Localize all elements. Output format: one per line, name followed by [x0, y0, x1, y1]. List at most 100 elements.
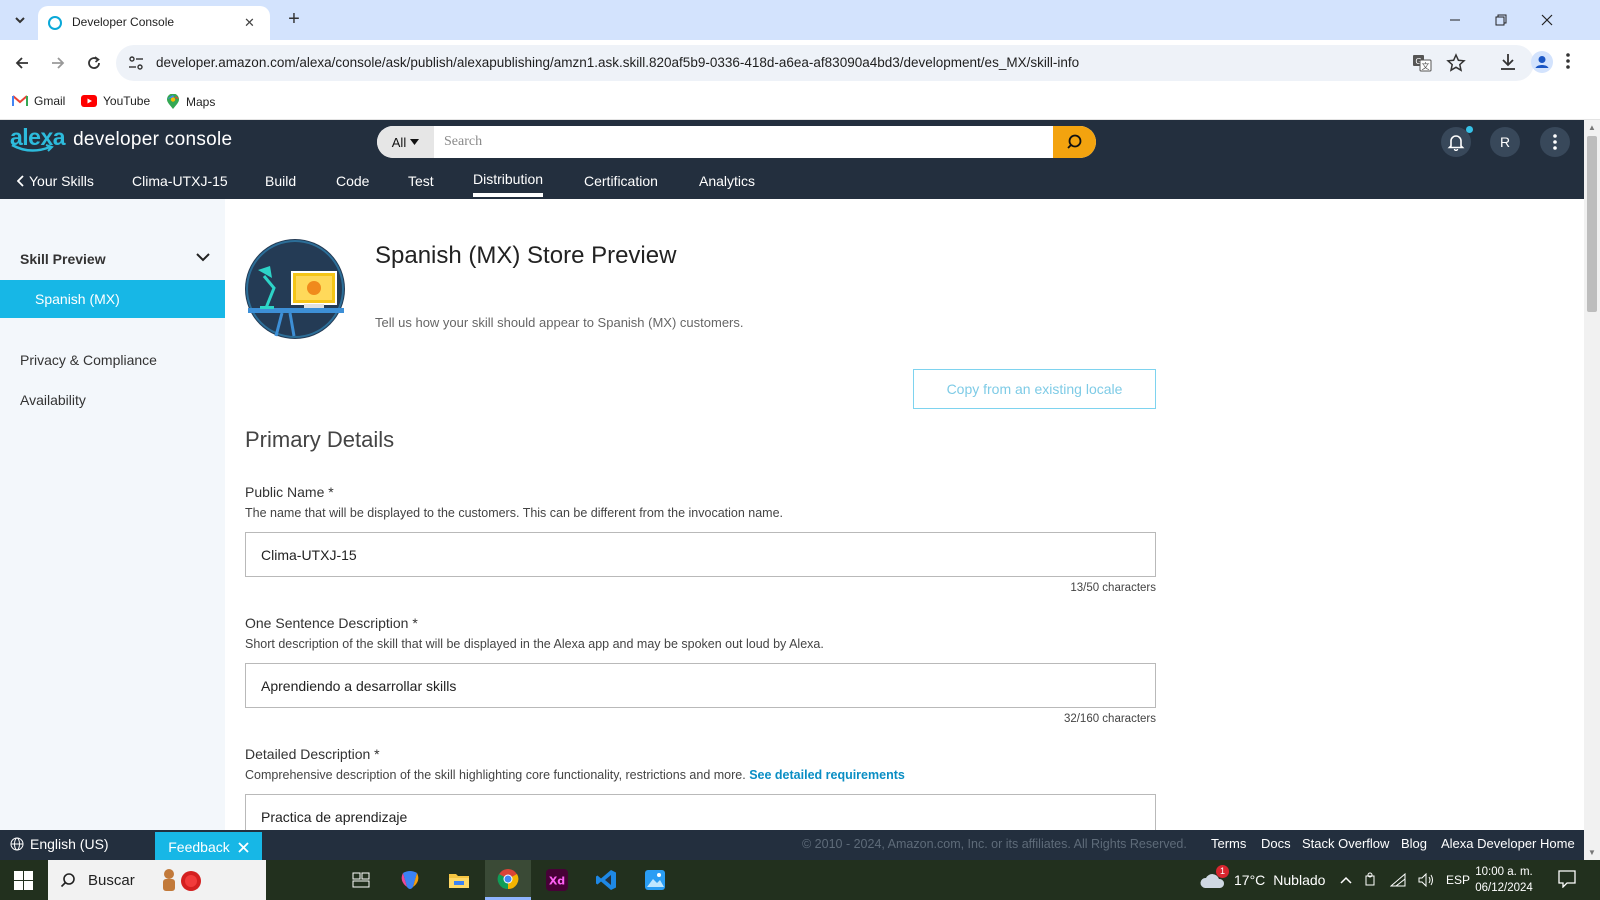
scroll-down-arrow-icon[interactable]: ▼: [1588, 848, 1596, 857]
browser-tab[interactable]: Developer Console ✕: [38, 6, 270, 40]
page-scrollbar[interactable]: ▲ ▼: [1584, 120, 1600, 860]
task-view-button[interactable]: [338, 860, 384, 900]
bookmark-maps[interactable]: Maps: [166, 94, 215, 110]
public-name-char-count: 13/50 characters: [1070, 582, 1156, 594]
volume-icon[interactable]: [1418, 873, 1434, 887]
one-sentence-help: Short description of the skill that will…: [245, 637, 824, 651]
search-button[interactable]: [1053, 126, 1096, 158]
notification-center-icon[interactable]: [1558, 870, 1576, 888]
chevron-up-icon[interactable]: [1340, 876, 1352, 884]
footer-link-blog[interactable]: Blog: [1401, 836, 1427, 851]
maps-icon: [167, 94, 179, 109]
profile-icon[interactable]: [1531, 51, 1553, 73]
arrow-right-icon: [52, 57, 65, 69]
section-title-primary-details: Primary Details: [245, 427, 395, 452]
site-settings-icon[interactable]: [128, 55, 144, 71]
browser-menu-icon[interactable]: [1565, 51, 1571, 71]
weather-widget[interactable]: 1 17°C Nublado: [1200, 865, 1325, 890]
taskbar-chrome[interactable]: [485, 860, 531, 900]
system-clock[interactable]: 10:00 a. m. 06/12/2024: [1464, 864, 1544, 896]
bell-icon: [1447, 135, 1465, 151]
nav-skill-name[interactable]: Clima-UTXJ-15: [132, 164, 228, 197]
search-input[interactable]: [434, 126, 1049, 158]
browser-toolbar: developer.amazon.com/alexa/console/ask/p…: [0, 40, 1600, 86]
restore-button[interactable]: [1486, 8, 1516, 32]
sidebar-item-privacy[interactable]: Privacy & Compliance: [20, 352, 157, 368]
scroll-up-arrow-icon[interactable]: ▲: [1588, 123, 1596, 132]
weather-alert-badge: 1: [1216, 865, 1229, 878]
bookmark-label: YouTube: [103, 94, 151, 108]
bookmark-label: Maps: [186, 95, 216, 109]
bookmarks-bar: Gmail YouTube Maps: [0, 86, 1600, 120]
search-scope-select[interactable]: All: [377, 126, 434, 158]
footer-link-alexa-home[interactable]: Alexa Developer Home: [1441, 836, 1575, 851]
close-icon[interactable]: [238, 841, 249, 853]
globe-icon: [10, 837, 24, 851]
search-icon: [1066, 134, 1081, 149]
footer-link-terms[interactable]: Terms: [1211, 836, 1246, 851]
copy-from-locale-button[interactable]: Copy from an existing locale: [913, 369, 1156, 409]
back-button[interactable]: [10, 51, 34, 75]
taskbar-copilot[interactable]: [387, 860, 433, 900]
taskbar-photos[interactable]: [632, 860, 678, 900]
language-selector[interactable]: English (US): [10, 836, 109, 852]
nav-label: Your Skills: [29, 172, 94, 189]
one-sentence-input[interactable]: [245, 663, 1156, 708]
one-sentence-label: One Sentence Description *: [245, 615, 418, 631]
taskbar-search-label: Buscar: [88, 871, 135, 889]
nav-code[interactable]: Code: [336, 164, 369, 197]
detailed-description-label: Detailed Description *: [245, 746, 380, 762]
footer-link-stack-overflow[interactable]: Stack Overflow: [1302, 836, 1389, 851]
close-window-button[interactable]: [1532, 8, 1562, 32]
bookmark-label: Gmail: [34, 94, 66, 108]
chevron-down-icon[interactable]: [196, 252, 210, 262]
bookmark-star-icon[interactable]: [1446, 53, 1466, 73]
gingerbread-doodle-icon: [162, 869, 201, 891]
footer-link-docs[interactable]: Docs: [1261, 836, 1291, 851]
taskbar-file-explorer[interactable]: [436, 860, 482, 900]
weather-temperature: 17°C: [1234, 872, 1266, 888]
feedback-label: Feedback: [168, 839, 230, 855]
taskbar-search[interactable]: Buscar: [48, 860, 266, 900]
sidebar-heading-skill-preview[interactable]: Skill Preview: [20, 251, 106, 267]
forward-button[interactable]: [46, 51, 70, 75]
wifi-icon[interactable]: [1390, 873, 1406, 887]
taskbar-vscode[interactable]: [583, 860, 629, 900]
url-text: developer.amazon.com/alexa/console/ask/p…: [156, 55, 1080, 70]
windows-start-icon[interactable]: [14, 871, 33, 890]
store-preview-illustration: [244, 238, 346, 340]
meet-now-icon[interactable]: [1364, 872, 1378, 888]
translate-icon[interactable]: G文: [1412, 53, 1432, 73]
nav-analytics[interactable]: Analytics: [699, 164, 755, 197]
nav-certification[interactable]: Certification: [584, 164, 658, 197]
sidebar-item-availability[interactable]: Availability: [20, 392, 86, 408]
nav-test[interactable]: Test: [408, 164, 434, 197]
sidebar-item-spanish-mx[interactable]: Spanish (MX): [0, 280, 225, 318]
reload-button[interactable]: [82, 51, 106, 75]
avatar[interactable]: R: [1490, 127, 1520, 157]
minimize-button[interactable]: [1440, 8, 1470, 32]
detailed-requirements-link[interactable]: See detailed requirements: [749, 768, 905, 782]
public-name-help: The name that will be displayed to the c…: [245, 506, 784, 520]
bookmark-gmail[interactable]: Gmail: [12, 94, 65, 108]
nav-build[interactable]: Build: [265, 164, 296, 197]
bookmark-youtube[interactable]: YouTube: [81, 94, 150, 108]
nav-distribution[interactable]: Distribution: [473, 164, 544, 197]
scrollbar-thumb[interactable]: [1587, 136, 1597, 312]
tab-close-icon[interactable]: ✕: [244, 15, 255, 31]
notification-badge: [1466, 126, 1473, 133]
gmail-icon: [12, 95, 28, 106]
adobe-xd-icon: Xd: [546, 869, 568, 891]
new-tab-button[interactable]: +: [282, 8, 306, 32]
tab-search-button[interactable]: [8, 8, 32, 32]
logo-console-text: developer console: [73, 129, 233, 150]
nav-your-skills[interactable]: Your Skills: [17, 164, 94, 197]
caret-down-icon: [410, 139, 420, 145]
vscode-icon: [596, 870, 616, 890]
more-options-button[interactable]: [1540, 127, 1570, 157]
feedback-button[interactable]: Feedback: [155, 832, 262, 862]
address-bar[interactable]: developer.amazon.com/alexa/console/ask/p…: [116, 45, 1534, 81]
download-icon[interactable]: [1498, 52, 1518, 72]
public-name-input[interactable]: [245, 532, 1156, 577]
taskbar-adobe-xd[interactable]: Xd: [534, 860, 580, 900]
